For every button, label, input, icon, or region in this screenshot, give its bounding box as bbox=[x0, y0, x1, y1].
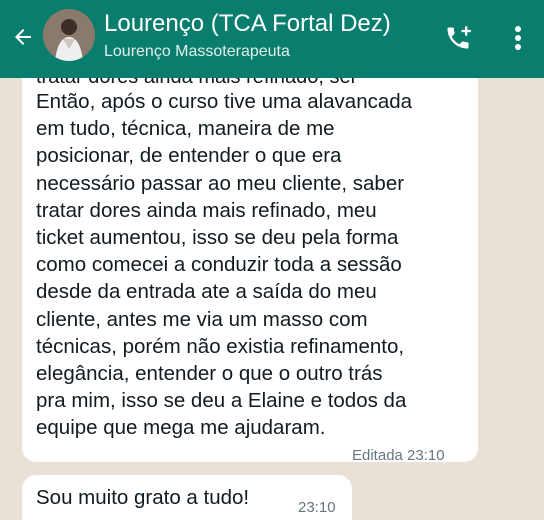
message-line: técnicas, porém não existia refinamento, bbox=[36, 334, 405, 358]
avatar-photo bbox=[43, 9, 95, 61]
message-line: posicionar, de entender o que era bbox=[36, 144, 342, 168]
message-line: elegância, entender o que o outro trás bbox=[36, 362, 383, 386]
more-options-button[interactable] bbox=[504, 20, 532, 56]
message-text: Sou muito grato a tudo! bbox=[36, 486, 250, 509]
message-timestamp: 23:10 bbox=[298, 499, 336, 516]
more-vertical-icon bbox=[515, 26, 521, 50]
message-line: necessário passar ao meu cliente, saber bbox=[36, 171, 405, 195]
message-line: tratar dores ainda mais refinado, meu bbox=[36, 198, 377, 222]
message-line: ticket aumentou, isso se deu pela forma bbox=[36, 226, 399, 250]
add-call-button[interactable] bbox=[440, 20, 476, 56]
message-line: como comecei a conduzir toda a sessão bbox=[36, 253, 402, 277]
message-line: pra mim, isso se deu a Elaine e todos da bbox=[36, 389, 407, 413]
message-line: desde da entrada ate a saída do meu bbox=[36, 280, 377, 304]
message-timestamp: Editada 23:10 bbox=[352, 447, 445, 464]
message-line: cliente, antes me via um masso com bbox=[36, 307, 368, 331]
message-text: Então, após o curso tive uma alavancada … bbox=[36, 88, 476, 442]
arrow-left-icon bbox=[15, 29, 31, 45]
back-button[interactable] bbox=[8, 22, 38, 52]
chat-header: Lourenço (TCA Fortal Dez) Lourenço Masso… bbox=[0, 0, 544, 78]
add-call-icon bbox=[447, 26, 471, 49]
chat-area[interactable]: tratar dores ainda mais refinado, sei En… bbox=[0, 78, 544, 520]
message-line: equipe que mega me ajudaram. bbox=[36, 416, 326, 440]
contact-subtitle[interactable]: Lourenço Massoterapeuta bbox=[104, 42, 290, 62]
contact-name[interactable]: Lourenço (TCA Fortal Dez) bbox=[104, 9, 391, 39]
message-line: Então, após o curso tive uma alavancada bbox=[36, 90, 413, 113]
message-line: em tudo, técnica, maneira de me bbox=[36, 117, 335, 141]
avatar[interactable] bbox=[43, 9, 95, 61]
